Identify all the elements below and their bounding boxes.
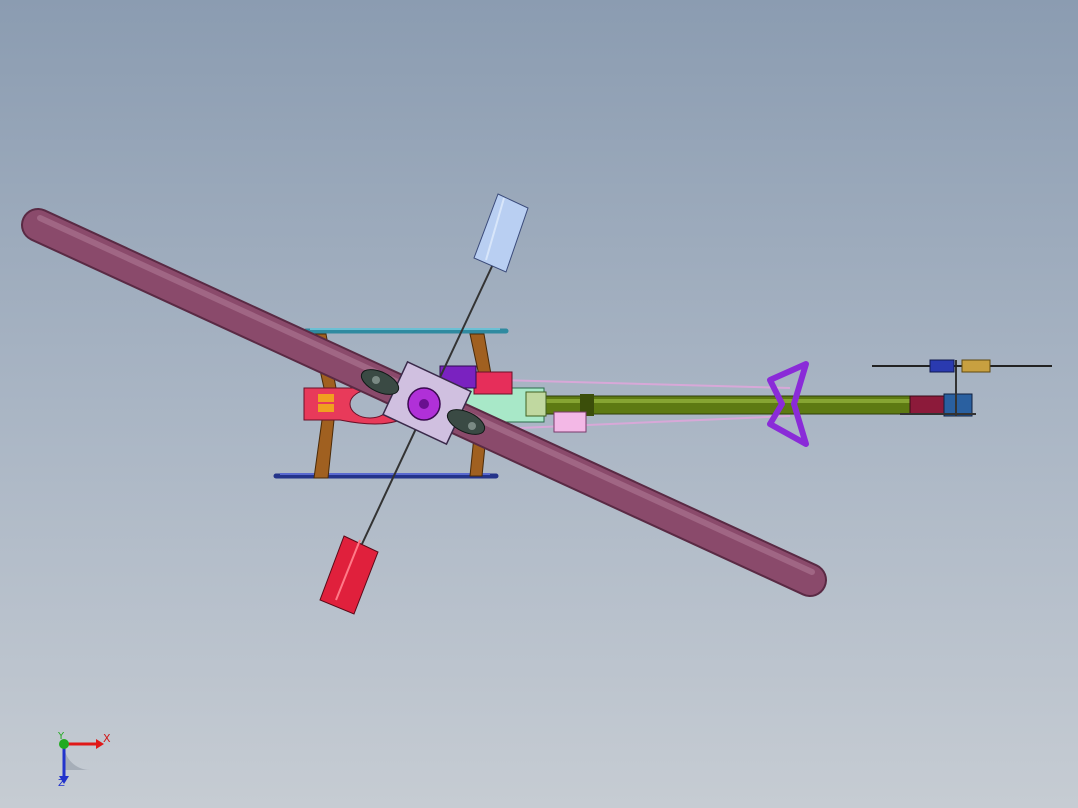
coordinate-triad (59, 739, 104, 784)
triad-x-label: X (103, 732, 111, 745)
landing-skid-upper[interactable] (303, 328, 509, 334)
helicopter-model[interactable] (0, 0, 1078, 808)
tail-boom[interactable] (539, 394, 919, 416)
triad-y-label: Y (58, 731, 65, 742)
landing-skid-lower[interactable] (273, 473, 499, 479)
flybar-paddle-upper[interactable] (473, 193, 529, 273)
triad-z-label: Z (58, 778, 65, 789)
cad-viewport[interactable]: X Y Z (0, 0, 1078, 808)
flybar-paddle-lower[interactable] (319, 535, 379, 615)
